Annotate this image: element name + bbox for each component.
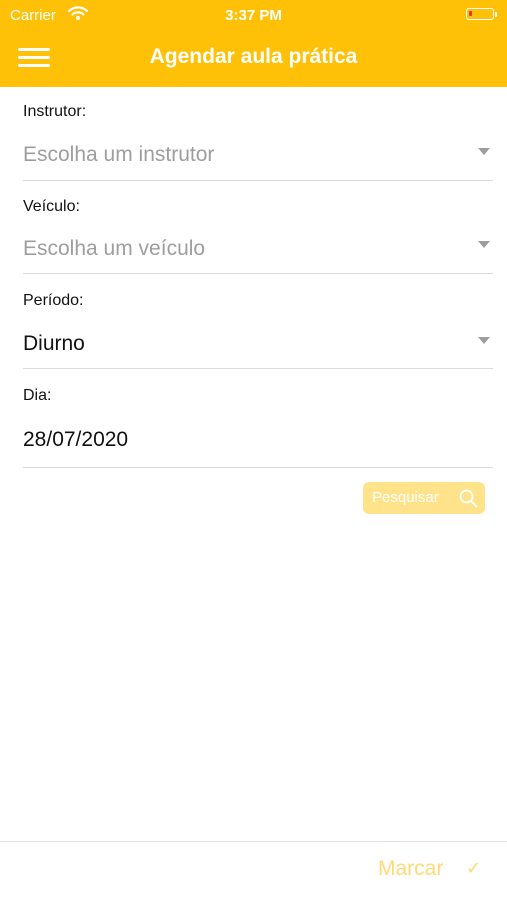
dia-date-field[interactable]: Dia: 28/07/2020: [23, 384, 493, 470]
dropdown-caret-icon: [478, 337, 490, 344]
dia-label: Dia:: [23, 387, 52, 404]
periodo-value: Diurno: [23, 332, 85, 355]
marcar-button[interactable]: Marcar: [378, 857, 443, 881]
veiculo-select[interactable]: Veículo: Escolha um veículo: [23, 195, 493, 277]
instrutor-label: Instrutor:: [23, 103, 87, 120]
instrutor-placeholder: Escolha um instrutor: [23, 143, 215, 166]
divider: [23, 368, 493, 369]
veiculo-placeholder: Escolha um veículo: [23, 237, 206, 260]
dropdown-caret-icon: [478, 241, 490, 248]
page-title: Agendar aula prática: [149, 45, 358, 68]
divider: [23, 467, 493, 468]
search-button-label: Pesquisar: [372, 489, 439, 506]
status-bar: Carrier 3:37 PM: [0, 0, 507, 30]
periodo-select[interactable]: Período: Diurno: [23, 289, 493, 371]
periodo-label: Período:: [23, 292, 84, 309]
check-icon[interactable]: ✓: [466, 858, 481, 879]
dropdown-caret-icon: [478, 148, 490, 155]
instrutor-select[interactable]: Instrutor: Escolha um instrutor: [23, 100, 493, 182]
footer-divider: [0, 841, 507, 842]
clock: 3:37 PM: [225, 7, 282, 24]
divider: [23, 273, 493, 274]
veiculo-label: Veículo:: [23, 198, 80, 215]
dia-value: 28/07/2020: [23, 428, 129, 451]
app-header: Carrier 3:37 PM Agendar aula prática: [0, 0, 507, 87]
battery-icon: [466, 8, 494, 20]
search-icon: [459, 489, 478, 508]
battery-tip: [495, 12, 497, 17]
search-button[interactable]: Pesquisar: [363, 482, 485, 514]
divider: [23, 180, 493, 181]
